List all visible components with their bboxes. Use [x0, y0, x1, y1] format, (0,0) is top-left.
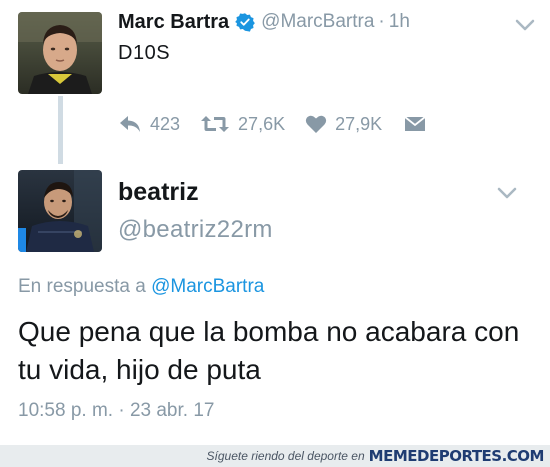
retweet-button[interactable]: 27,6K [200, 114, 285, 135]
original-tweet: Marc Bartra @MarcBartra · 1h D10S 423 27… [0, 0, 550, 164]
avatar-marc-bartra[interactable] [18, 12, 102, 94]
chevron-down-icon[interactable] [497, 186, 517, 200]
footer-brand-logo: MEMEDEPORTES.COM [368, 447, 545, 465]
retweet-count: 27,6K [238, 113, 286, 134]
chevron-down-icon[interactable] [515, 18, 535, 32]
envelope-icon [404, 116, 426, 131]
heart-icon [305, 115, 327, 133]
watermark-footer: Síguete riendo del deporte en MEMEDEPORT… [0, 445, 550, 467]
like-button[interactable]: 27,9K [305, 114, 382, 135]
reply-button[interactable]: 423 [118, 114, 180, 135]
reply-timestamp[interactable]: 10:58 p. m. · 23 abr. 17 [18, 400, 214, 422]
reply-prefix: En respuesta a [18, 276, 146, 297]
avatar-beatriz[interactable] [18, 170, 102, 252]
retweet-icon [201, 116, 230, 132]
reply-author-handle[interactable]: @beatriz22rm [118, 216, 273, 244]
reply-arrow-icon [120, 116, 140, 132]
author-display-name[interactable]: Marc Bartra [118, 11, 229, 34]
tweet-text: D10S [118, 42, 171, 64]
footer-tagline: Síguete riendo del deporte en [206, 449, 365, 463]
verified-badge-icon [235, 13, 256, 32]
reply-tweet-text: Que pena que la bomba no acabara con tu … [18, 316, 520, 385]
reply-context: En respuesta a @MarcBartra [18, 276, 264, 298]
reply-count: 423 [150, 113, 181, 134]
separator-dot: · [378, 11, 385, 32]
tweet-actions: 423 27,6K 27,9K [118, 110, 454, 138]
like-count: 27,9K [335, 113, 383, 134]
reply-mention-link[interactable]: @MarcBartra [151, 276, 264, 297]
tweet-time[interactable]: 1h [389, 11, 410, 33]
author-handle[interactable]: @MarcBartra [261, 11, 374, 33]
thread-connector-line [58, 96, 63, 164]
reply-author-display-name[interactable]: beatriz [118, 178, 199, 207]
direct-message-button[interactable] [404, 115, 434, 133]
tweet-header: Marc Bartra @MarcBartra · 1h [118, 8, 410, 36]
